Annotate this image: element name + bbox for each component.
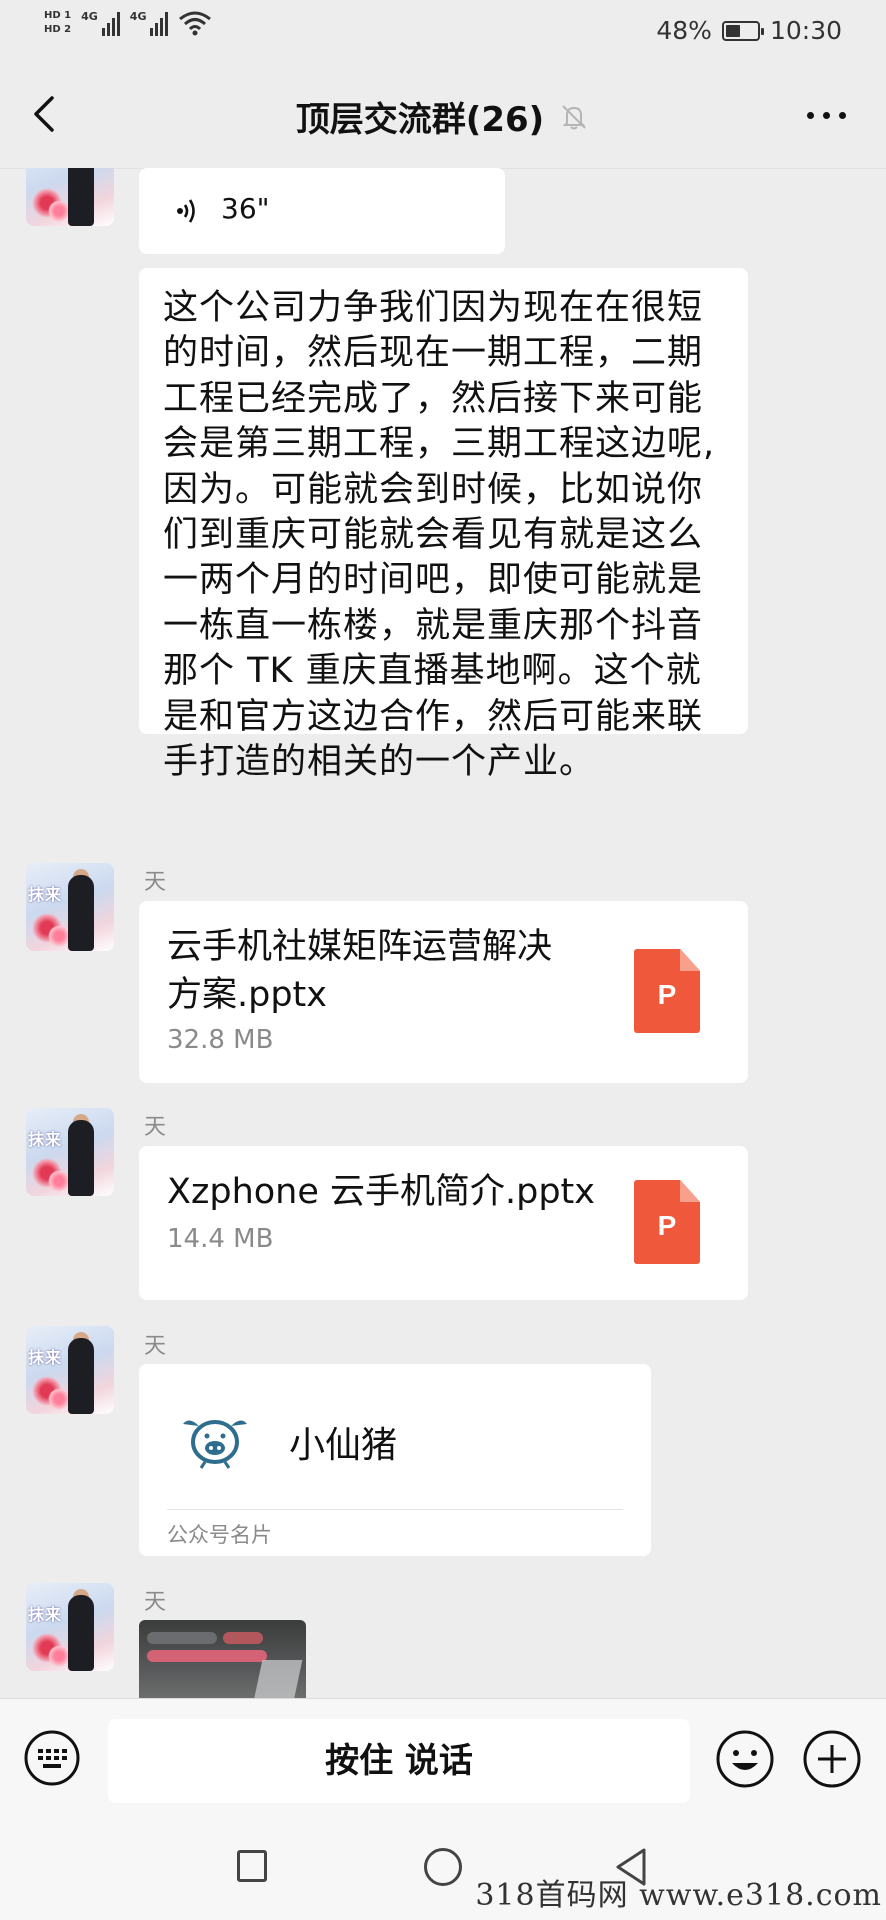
signal-2-icon: 4G (130, 10, 169, 36)
text-line: 手打造的相关的一个产业。 (163, 742, 596, 783)
more-icon[interactable] (807, 112, 846, 119)
text-line: 的时间，然后现在一期工程，二期 (163, 333, 704, 374)
avatar[interactable]: 抹来 (26, 1326, 114, 1414)
home-button[interactable] (424, 1848, 462, 1886)
page-title: 顶层交流群(26) (295, 100, 545, 140)
text-line: 是和官方这边合作，然后可能来联 (163, 696, 704, 737)
sender-name: 天 (144, 1115, 167, 1140)
avatar[interactable] (26, 168, 114, 226)
file-name: 云手机社媒矩阵运营解决 方案.pptx (167, 923, 607, 1019)
system-nav-bar: 318首码网 www.e318.com (0, 1818, 886, 1920)
network-2-label: 4G (129, 10, 147, 23)
ppt-file-icon: P (634, 1180, 700, 1264)
account-name: 小仙猪 (289, 1425, 398, 1466)
status-bar: HD 1 HD 2 4G 4G 48% 10:30 (0, 0, 886, 62)
mute-icon (562, 104, 586, 129)
avatar[interactable]: 抹来 (26, 1108, 114, 1196)
sender-name: 天 (144, 1590, 167, 1615)
text-line: 工程已经完成了，然后接下来可能 (163, 378, 704, 419)
wifi-icon (179, 11, 212, 36)
signal-1-icon: 4G (81, 10, 120, 36)
file-name: Xzphone 云手机简介.pptx (167, 1172, 595, 1212)
file-name-line: 方案.pptx (167, 975, 327, 1015)
card-type-label: 公众号名片 (167, 1523, 272, 1547)
hd2-label: HD 2 (44, 24, 72, 35)
voice-message[interactable]: 36" (139, 168, 505, 254)
clock: 10:30 (769, 16, 842, 45)
image-message[interactable] (139, 1620, 306, 1698)
battery-time-group: 48% 10:30 (656, 16, 842, 45)
signal-group: HD 1 HD 2 4G 4G (44, 10, 212, 36)
file-message[interactable]: Xzphone 云手机简介.pptx 14.4 MB P (139, 1146, 748, 1300)
chat-title-area: 顶层交流群(26) (0, 92, 886, 141)
network-1-label: 4G (81, 10, 98, 23)
keyboard-icon[interactable] (23, 1729, 81, 1787)
recent-apps-button[interactable] (237, 1850, 267, 1882)
hold-to-talk-button[interactable]: 按住 说话 (108, 1719, 690, 1803)
input-bar: 按住 说话 (0, 1698, 886, 1819)
avatar[interactable]: 抹来 (26, 863, 114, 951)
message-list[interactable]: 36" 这个公司力争我们因为现在在很短 的时间，然后现在一期工程，二期 工程已经… (0, 168, 886, 1698)
sender-name: 天 (144, 1334, 167, 1359)
file-size: 32.8 MB (167, 1025, 274, 1055)
text-line: 一栋直一栋楼，就是重庆那个抖音 (163, 605, 704, 646)
battery-percent: 48% (656, 16, 712, 45)
ppt-letter: P (657, 1210, 677, 1241)
text-line: 因为。可能就会到时候，比如说你 (163, 469, 704, 510)
pig-logo-icon (183, 1420, 247, 1469)
battery-icon (721, 20, 764, 41)
official-account-card[interactable]: 小仙猪 公众号名片 (139, 1364, 651, 1556)
text-line: 一两个月的时间吧，即使可能就是 (163, 560, 704, 601)
avatar[interactable]: 抹来 (26, 1583, 114, 1671)
emoji-icon[interactable] (715, 1729, 775, 1789)
divider (167, 1509, 623, 1510)
text-line: 那个 TK 重庆直播基地啊。这个就 (163, 651, 702, 692)
sender-name: 天 (144, 870, 167, 895)
text-line: 们到重庆可能就会看见有就是这么 (163, 515, 704, 556)
ppt-letter: P (657, 979, 677, 1010)
text-line: 这个公司力争我们因为现在在很短 (163, 288, 704, 328)
voice-wave-icon (177, 199, 195, 223)
battery-fill (725, 24, 740, 37)
plus-icon[interactable] (802, 1729, 862, 1789)
text-line: 会是第三期工程，三期工程这边呢, (163, 424, 716, 465)
text-message[interactable]: 这个公司力争我们因为现在在很短 的时间，然后现在一期工程，二期 工程已经完成了，… (139, 268, 748, 782)
file-message[interactable]: 云手机社媒矩阵运营解决 方案.pptx 32.8 MB P (139, 901, 748, 1083)
chat-header: 顶层交流群(26) (0, 62, 886, 169)
hd1-label: HD 1 (44, 10, 72, 21)
watermark: 318首码网 www.e318.com (475, 1878, 882, 1913)
voice-duration: 36" (221, 192, 270, 225)
file-name-line: 云手机社媒矩阵运营解决 (167, 927, 553, 967)
file-size: 14.4 MB (167, 1224, 274, 1254)
ppt-file-icon: P (634, 949, 700, 1033)
hd-indicators: HD 1 HD 2 (44, 10, 71, 36)
